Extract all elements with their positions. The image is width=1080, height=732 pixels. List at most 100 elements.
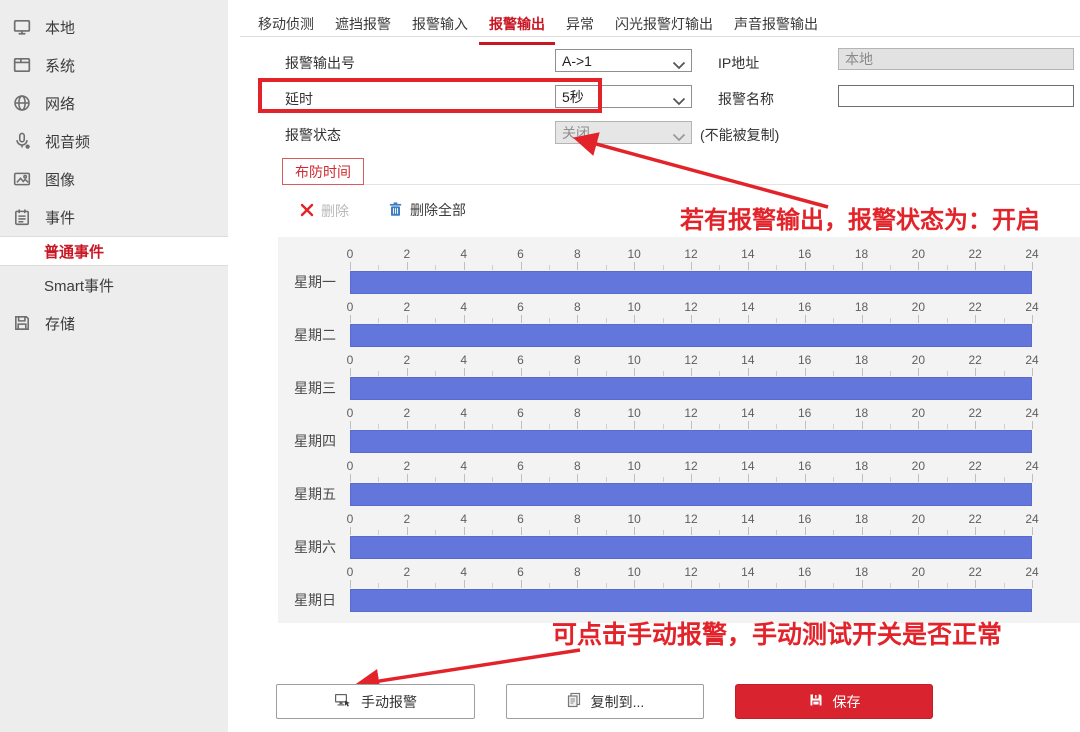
hour-tick-label: 18 [855,406,868,420]
tab-video-tampering[interactable]: 遮挡报警 [325,9,401,45]
sidebar-item-basic-event[interactable]: 普通事件 [0,236,228,266]
tick-mark [947,530,948,535]
tick-mark [492,265,493,270]
hour-tick-label: 6 [517,247,524,261]
alarm-output-no-select[interactable]: A->1 [555,49,692,72]
tick-mark [350,527,351,535]
hour-tick-label: 6 [517,459,524,473]
schedule-track[interactable] [350,377,1032,400]
tick-mark [748,421,749,429]
tick-mark [663,583,664,588]
tick-mark [634,474,635,482]
tick-mark [492,371,493,376]
hour-tick-label: 10 [627,247,640,261]
tick-mark [435,265,436,270]
save-label: 保存 [833,692,861,712]
tick-mark [549,583,550,588]
sidebar-item-network[interactable]: 网络 [0,84,228,122]
hour-tick-label: 12 [684,353,697,367]
schedule-bar[interactable] [350,377,1032,400]
tick-mark [663,424,664,429]
save-button[interactable]: 保存 [735,684,933,719]
sidebar-item-smart-event[interactable]: Smart事件 [0,266,228,304]
hour-tick-label: 18 [855,565,868,579]
tab-audio-alarm-output[interactable]: 声音报警输出 [724,9,828,45]
tick-mark [606,477,607,482]
tick-mark [464,262,465,270]
tick-mark [1004,530,1005,535]
sidebar-item-label: 存储 [45,313,75,334]
manual-alarm-button[interactable]: 手动报警 [276,684,475,719]
schedule-bar[interactable] [350,483,1032,506]
tab-flash-light-output[interactable]: 闪光报警灯输出 [605,9,723,45]
tick-mark [975,421,976,429]
delete-all-button[interactable]: 删除全部 [388,200,466,220]
tick-mark [748,262,749,270]
sidebar-item-event[interactable]: 事件 [0,198,228,236]
tick-mark [549,477,550,482]
arming-schedule-tab[interactable]: 布防时间 [282,158,364,185]
floppy-icon [12,313,32,333]
tick-mark [691,580,692,588]
schedule-track[interactable] [350,271,1032,294]
tab-alarm-output[interactable]: 报警输出 [479,9,555,45]
day-label: 星期六 [278,536,342,559]
sidebar-item-local[interactable]: 本地 [0,8,228,46]
sidebar-item-system[interactable]: 系统 [0,46,228,84]
copy-to-button[interactable]: 复制到... [506,684,704,719]
day-label: 星期一 [278,271,342,294]
tick-mark [890,265,891,270]
alarm-status-value: 关闭 [562,123,590,143]
schedule-track[interactable] [350,430,1032,453]
hour-tick-label: 12 [684,565,697,579]
schedule-bar[interactable] [350,271,1032,294]
tick-mark [805,368,806,376]
hour-tick-label: 16 [798,247,811,261]
hour-tick-label: 0 [347,512,354,526]
hour-tick-label: 24 [1025,565,1038,579]
tick-mark [634,580,635,588]
tick-mark [862,315,863,323]
schedule-row-4: 星期四024681012141618202224 [278,406,1080,459]
tick-mark [464,368,465,376]
tick-mark [492,477,493,482]
hour-tick-label: 4 [460,565,467,579]
tab-exception[interactable]: 异常 [556,9,604,45]
schedule-bar[interactable] [350,589,1032,612]
schedule-track[interactable] [350,536,1032,559]
sidebar-item-storage[interactable]: 存储 [0,304,228,342]
hour-tick-label: 10 [627,459,640,473]
schedule-track[interactable] [350,589,1032,612]
delay-value: 5秒 [562,87,584,107]
schedule-track[interactable] [350,483,1032,506]
arming-schedule: 星期一024681012141618202224星期二0246810121416… [278,237,1080,623]
tick-mark [549,318,550,323]
schedule-bar[interactable] [350,324,1032,347]
tick-mark [492,424,493,429]
delete-button[interactable]: 删除 [300,201,349,221]
schedule-track[interactable] [350,324,1032,347]
tick-mark [521,421,522,429]
alarm-name-input[interactable] [838,85,1074,107]
section-divider [364,184,1080,185]
tick-mark [435,583,436,588]
tick-mark [378,318,379,323]
tick-mark [435,530,436,535]
sidebar-item-image[interactable]: 图像 [0,160,228,198]
tick-mark [577,527,578,535]
tick-mark [805,421,806,429]
tab-motion-detection[interactable]: 移动侦测 [248,9,324,45]
hour-tick-label: 2 [403,512,410,526]
schedule-bar[interactable] [350,536,1032,559]
schedule-bar[interactable] [350,430,1032,453]
delay-select[interactable]: 5秒 [555,85,692,108]
tick-mark [691,368,692,376]
tick-mark [350,474,351,482]
tab-alarm-input[interactable]: 报警输入 [402,9,478,45]
hour-tick-label: 4 [460,353,467,367]
globe-icon [12,93,32,113]
sidebar-item-video-audio[interactable]: 视音频 [0,122,228,160]
tick-mark [833,371,834,376]
monitor-icon [12,17,32,37]
hour-tick-label: 16 [798,459,811,473]
